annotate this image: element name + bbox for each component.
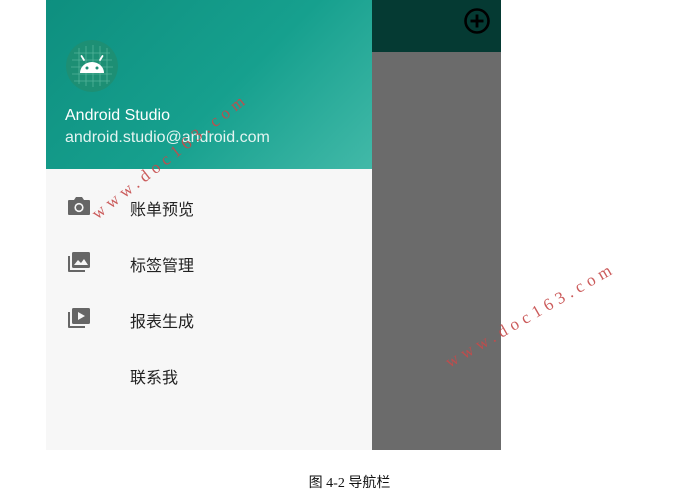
video-library-icon xyxy=(68,308,90,328)
menu-item-label: 报表生成 xyxy=(130,314,195,331)
menu-item-contact-me[interactable]: 联系我 xyxy=(46,346,372,402)
menu-item-label: 账单预览 xyxy=(130,202,195,219)
menu-item-label: 标签管理 xyxy=(130,258,195,275)
figure-caption: 图 4-2 导航栏 xyxy=(308,476,391,491)
navigation-drawer: Android Studio android.studio@android.co… xyxy=(46,0,372,450)
menu-item-tag-management[interactable]: 标签管理 xyxy=(46,234,372,290)
camera-icon xyxy=(68,197,90,215)
phone-screen: Android Studio android.studio@android.co… xyxy=(46,0,501,450)
menu-item-label: 联系我 xyxy=(130,370,179,387)
menu-item-report-generation[interactable]: 报表生成 xyxy=(46,290,372,346)
gallery-icon xyxy=(68,252,90,272)
drawer-header: Android Studio android.studio@android.co… xyxy=(46,0,372,169)
add-circle-icon[interactable] xyxy=(463,7,491,35)
android-icon xyxy=(66,40,118,92)
user-name: Android Studio xyxy=(65,107,170,124)
